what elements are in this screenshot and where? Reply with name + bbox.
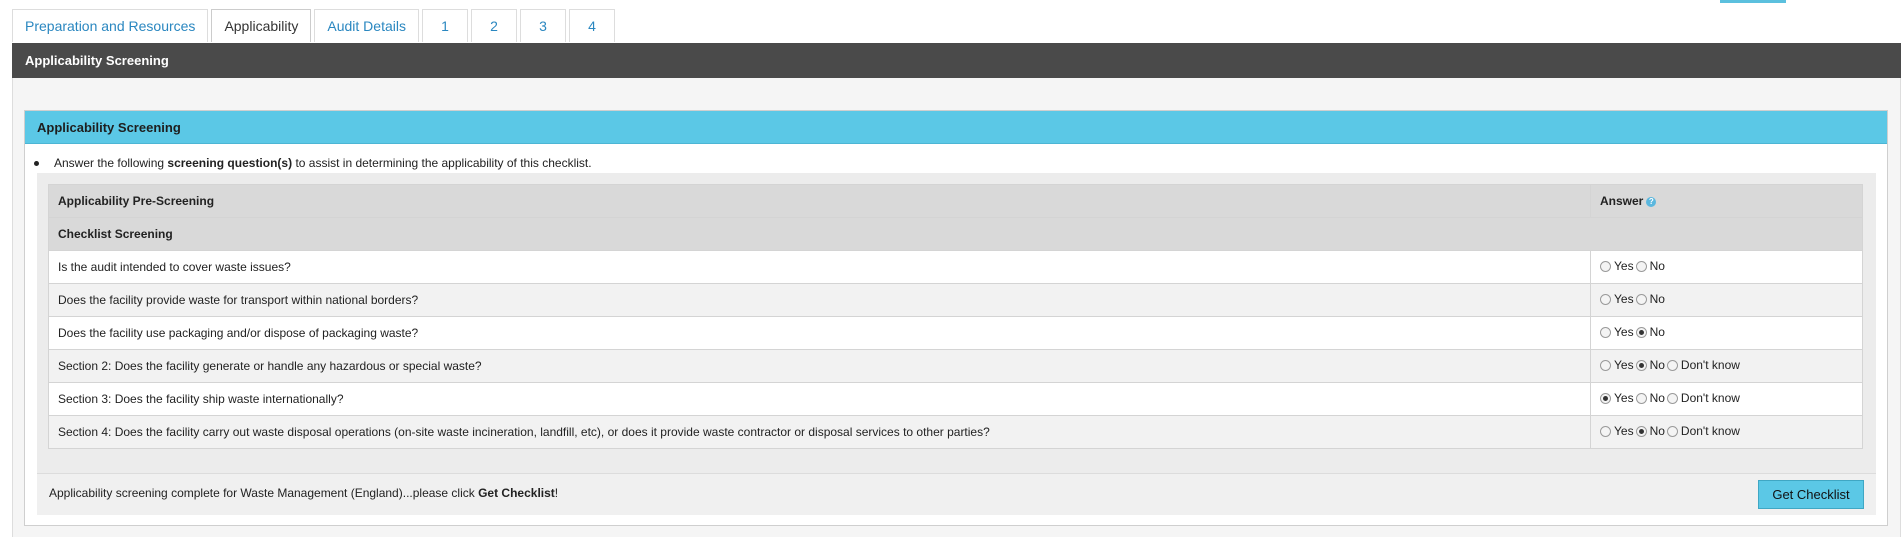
instruction-prefix: Answer the following [54,156,165,170]
screening-table: Applicability Pre-Screening Answer? Chec… [48,184,1863,449]
answer-option[interactable]: No [1635,325,1665,340]
answer-option-label: Yes [1614,358,1634,373]
column-header-question: Applicability Pre-Screening [48,184,1591,218]
answer-option[interactable]: No [1635,391,1665,406]
page-title: Applicability Screening [12,43,1901,78]
answer-option-label: No [1649,325,1665,340]
column-header-answer: Answer? [1590,184,1863,218]
radio-button[interactable] [1600,326,1611,338]
answer-option[interactable]: Yes [1600,325,1634,339]
answer-option[interactable]: No [1635,292,1665,307]
tab-applicability[interactable]: Applicability [211,9,312,42]
answer-option[interactable]: No [1635,259,1665,274]
tab-audit-details[interactable]: Audit Details [314,9,419,42]
radio-button[interactable] [1600,392,1611,404]
table-row: Section 2: Does the facility generate or… [48,349,1863,383]
tab-section-3[interactable]: 3 [519,9,566,42]
tab-bar: Preparation and Resources Applicability … [12,9,615,42]
answer-cell: Yes No Don't know [1590,382,1863,416]
tab-section-4[interactable]: 4 [568,9,615,42]
question-text: Section 2: Does the facility generate or… [48,349,1591,383]
radio-button[interactable] [1635,293,1647,305]
answer-option-label: Don't know [1680,424,1740,439]
footer-message-bold: Get Checklist [478,486,555,500]
answer-option[interactable]: Yes [1600,259,1634,273]
radio-button[interactable] [1635,359,1647,371]
answer-cell: Yes No Don't know [1590,415,1863,449]
answer-option-label: Don't know [1680,391,1740,406]
answer-option[interactable]: Yes [1600,391,1634,405]
instruction-bold: screening question(s) [167,156,293,170]
radio-button[interactable] [1666,359,1678,371]
answer-option-label: Yes [1614,391,1634,406]
footer-message-prefix: Applicability screening complete for Was… [49,486,479,500]
radio-button[interactable] [1635,326,1647,338]
radio-button[interactable] [1635,392,1647,404]
question-text: Section 4: Does the facility carry out w… [48,415,1591,449]
answer-option-label: No [1649,391,1665,406]
answer-cell: Yes No [1590,283,1863,317]
answer-option[interactable]: Don't know [1666,424,1740,439]
answer-option[interactable]: Yes [1600,358,1634,372]
question-text: Does the facility provide waste for tran… [48,283,1591,317]
answer-option-label: No [1649,424,1665,439]
answer-option-label: No [1649,292,1665,307]
top-accent-bar [1720,0,1786,3]
footer-bar: Applicability screening complete for Was… [37,473,1876,515]
question-text: Is the audit intended to cover waste iss… [48,250,1591,284]
answer-option-label: Yes [1614,292,1634,307]
answer-option-label: Yes [1614,259,1634,274]
tab-preparation-and-resources[interactable]: Preparation and Resources [12,9,209,42]
table-header-row: Applicability Pre-Screening Answer? [48,184,1863,218]
table-row: Does the facility provide waste for tran… [48,283,1863,317]
radio-button[interactable] [1635,425,1647,437]
answer-option[interactable]: No [1635,358,1665,373]
answer-option-label: No [1649,259,1665,274]
bullet-icon [34,160,39,166]
table-row: Does the facility use packaging and/or d… [48,316,1863,350]
screening-panel: Applicability Screening Answer the follo… [24,110,1888,526]
instruction-text: Answer the following screening question(… [34,156,592,170]
answer-option[interactable]: Yes [1600,424,1634,438]
answer-option[interactable]: Don't know [1666,358,1740,373]
question-text: Does the facility use packaging and/or d… [48,316,1591,350]
footer-message-suffix: ! [554,486,559,500]
answer-cell: Yes No [1590,250,1863,284]
section-label: Checklist Screening [48,217,1863,251]
table-row: Is the audit intended to cover waste iss… [48,250,1863,284]
radio-button[interactable] [1600,425,1611,437]
screening-panel-title: Applicability Screening [25,111,1887,144]
table-row: Section 4: Does the facility carry out w… [48,415,1863,449]
radio-button[interactable] [1666,425,1678,437]
tab-section-1[interactable]: 1 [421,9,468,42]
answer-option[interactable]: Yes [1600,292,1634,306]
answer-option[interactable]: No [1635,424,1665,439]
answer-option-label: Yes [1614,424,1634,439]
get-checklist-button[interactable]: Get Checklist [1758,480,1864,509]
answer-option-label: Yes [1614,325,1634,340]
radio-button[interactable] [1600,260,1611,272]
answer-cell: Yes No [1590,316,1863,350]
footer-message: Applicability screening complete for Was… [49,486,558,500]
section-row: Checklist Screening [48,217,1863,251]
table-row: Section 3: Does the facility ship waste … [48,382,1863,416]
answer-cell: Yes No Don't know [1590,349,1863,383]
answer-option-label: No [1649,358,1665,373]
help-icon[interactable]: ? [1646,196,1657,207]
answer-option[interactable]: Don't know [1666,391,1740,406]
instruction-suffix: to assist in determining the applicabili… [295,156,592,170]
radio-button[interactable] [1600,293,1611,305]
radio-button[interactable] [1600,359,1611,371]
radio-button[interactable] [1635,260,1647,272]
answer-option-label: Don't know [1680,358,1740,373]
tab-section-2[interactable]: 2 [470,9,517,42]
radio-button[interactable] [1666,392,1678,404]
question-text: Section 3: Does the facility ship waste … [48,382,1591,416]
